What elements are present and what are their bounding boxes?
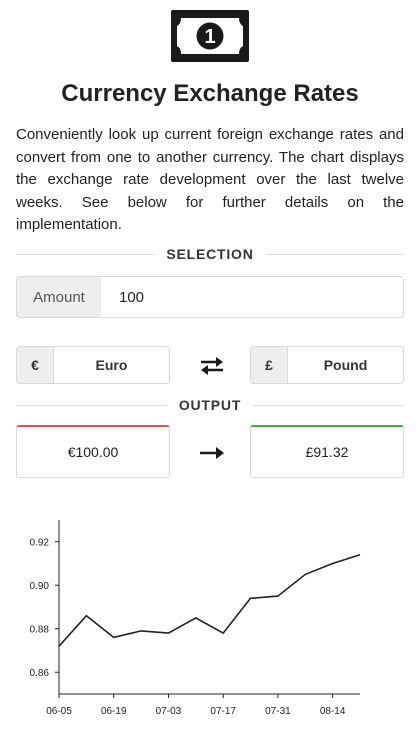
x-tick-label: 06-19 — [101, 706, 127, 717]
banknote-icon: 1 — [171, 10, 249, 62]
amount-field: Amount — [16, 276, 404, 318]
output-divider: OUTPUT — [16, 396, 405, 414]
rate-series-line — [58, 554, 361, 647]
amount-label: Amount — [17, 277, 101, 317]
to-currency-name: Pound — [323, 357, 368, 373]
y-tick-label: 0.92 — [30, 537, 50, 548]
page-title: Currency Exchange Rates — [61, 80, 359, 107]
swap-arrows-icon[interactable] — [199, 356, 225, 376]
y-tick-label: 0.88 — [30, 624, 50, 635]
output-from-value: €100.00 — [16, 425, 170, 478]
exchange-rate-chart: 0.86 0.88 0.90 0.92 06-05 06-19 07-03 07-17 07-… — [30, 520, 361, 717]
to-currency-symbol: £ — [251, 347, 288, 383]
y-tick-label: 0.90 — [30, 581, 50, 592]
y-axis-ticks: 0.86 0.88 0.90 0.92 — [30, 537, 59, 679]
to-currency-select[interactable]: £ Pound — [250, 346, 404, 384]
x-tick-label: 06-05 — [46, 706, 72, 717]
output-to-value: £91.32 — [250, 425, 404, 478]
selection-divider: SELECTION — [16, 245, 405, 263]
from-currency-symbol: € — [17, 347, 54, 383]
from-currency-select[interactable]: € Euro — [16, 346, 170, 384]
x-tick-label: 08-14 — [320, 706, 346, 717]
x-axis-ticks: 06-05 06-19 07-03 07-17 07-31 08-14 — [46, 694, 346, 717]
y-tick-label: 0.86 — [30, 668, 50, 679]
page-description: Conveniently look up current foreign exc… — [16, 126, 404, 233]
from-currency-name: Euro — [95, 357, 128, 373]
x-tick-label: 07-17 — [210, 706, 236, 717]
banknote-digit: 1 — [204, 26, 215, 48]
amount-input[interactable] — [101, 277, 403, 317]
x-tick-label: 07-31 — [265, 706, 291, 717]
output-heading: OUTPUT — [178, 397, 242, 413]
selection-heading: SELECTION — [166, 246, 254, 262]
x-tick-label: 07-03 — [156, 706, 182, 717]
right-arrow-icon — [200, 447, 224, 459]
